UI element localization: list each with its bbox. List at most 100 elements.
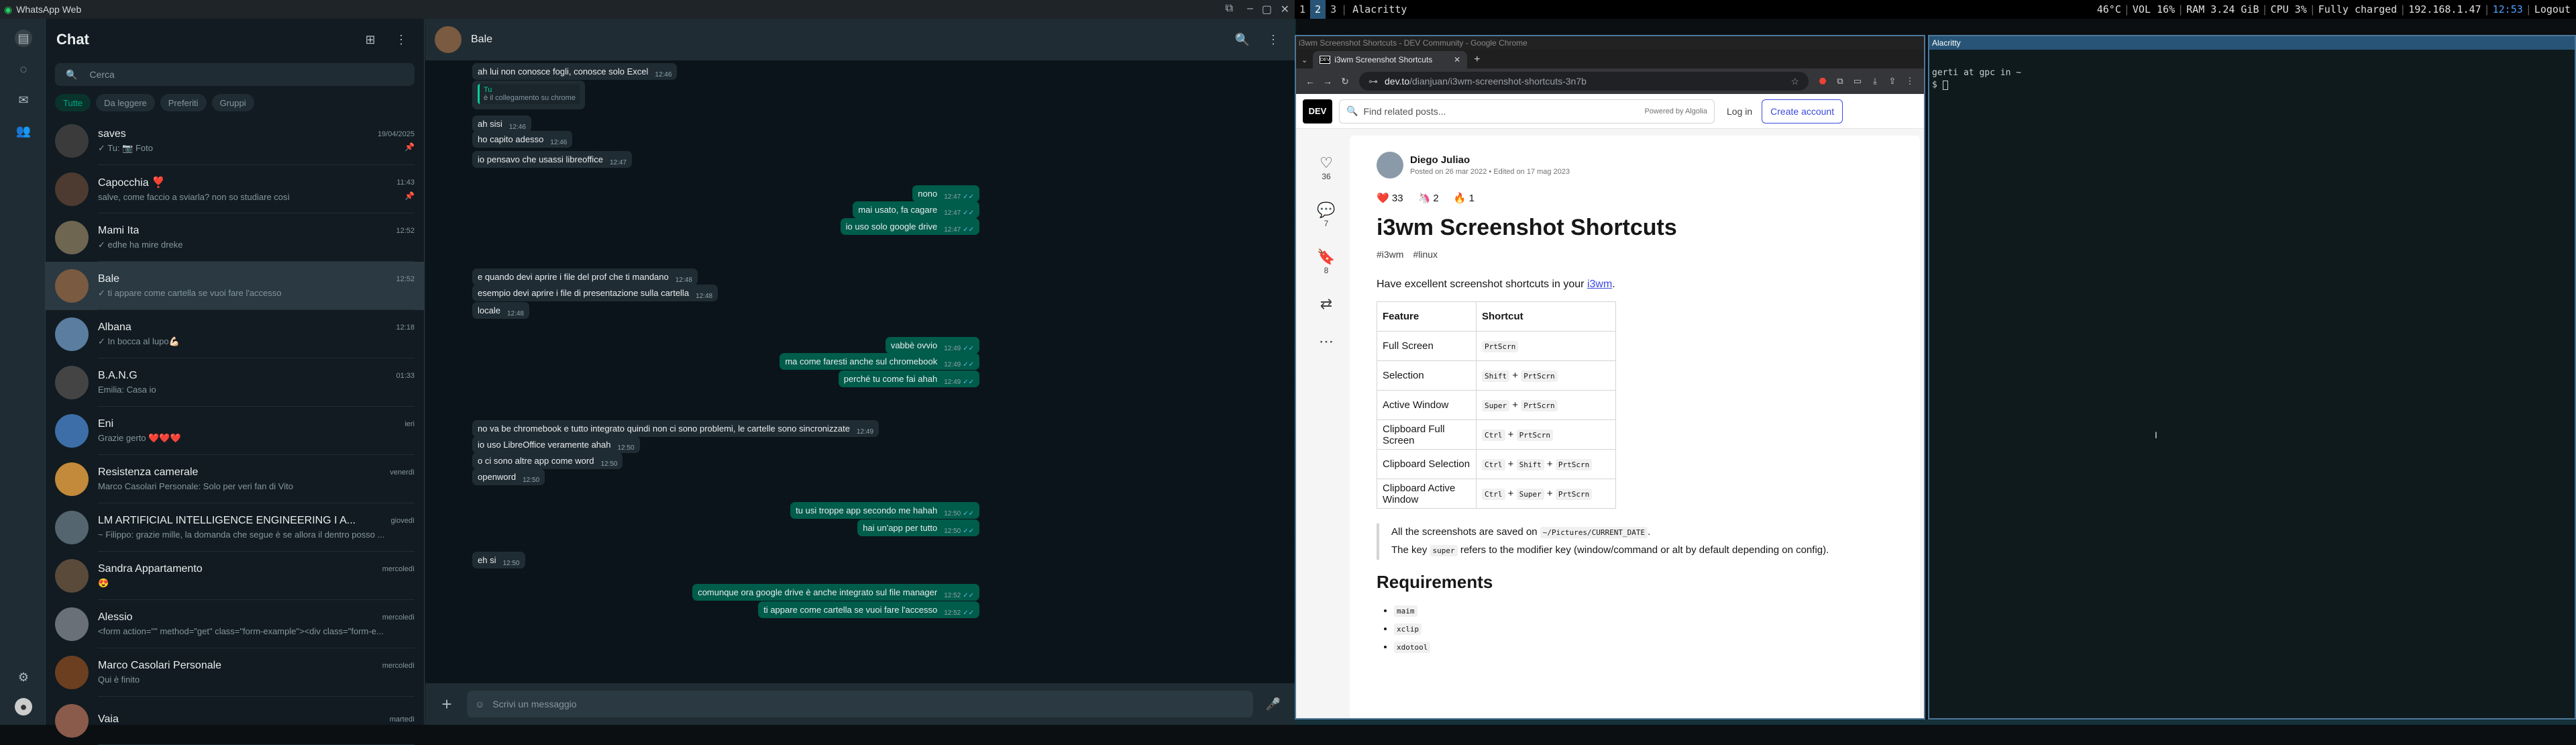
outgoing-message[interactable]: mai usato, fa cagare 12:47 ✓✓ [853, 201, 979, 218]
minimize-icon[interactable]: – [1247, 3, 1253, 15]
outgoing-message[interactable]: ma come faresti anche sul chromebook 12:4… [780, 353, 979, 370]
download-icon[interactable]: ⤓ [1866, 76, 1884, 87]
chrome-menu-icon[interactable]: ⋮ [1901, 76, 1919, 87]
filter-all[interactable]: Tutte [55, 94, 91, 111]
outgoing-message[interactable]: tu usi troppe app secondo me hahah 12:50 ✓… [790, 502, 979, 519]
menu-icon[interactable]: ⋮ [389, 28, 413, 52]
share-icon[interactable]: ⇪ [1884, 76, 1901, 87]
login-link[interactable]: Log in [1727, 106, 1752, 117]
chat-item-body: LM ARTIFICIAL INTELLIGENCE ENGINEERING I… [98, 503, 415, 552]
author-name[interactable]: Diego Juliao [1410, 154, 1570, 166]
reaction-action[interactable]: ♡ 36 [1309, 154, 1343, 181]
incoming-message[interactable]: locale 12:48 [472, 302, 529, 319]
incoming-message[interactable]: io pensavo che usassi libreoffice 12:47 [472, 151, 632, 168]
devto-logo[interactable]: DEV [1303, 99, 1332, 123]
message-input[interactable]: ☺ Scrivi un messaggio [467, 691, 1253, 717]
status-icon[interactable]: ◌ [15, 60, 32, 78]
incoming-message[interactable]: esempio devi aprire i file di presentazi… [472, 285, 718, 301]
contact-avatar[interactable] [435, 26, 462, 53]
volume[interactable]: VOL 16% [2133, 3, 2175, 15]
share-action[interactable]: ⇄ [1309, 295, 1343, 313]
filter-favorites[interactable]: Preferiti [160, 94, 207, 111]
chat-list-item[interactable]: B.A.N.G 01:33 Emilia: Casa io [46, 358, 424, 407]
chat-list-item[interactable]: Bale 12:52 ✓ ti appare come cartella se vu… [46, 262, 424, 310]
chat-list-item[interactable]: Sandra Appartamento mercoledì 😍 [46, 552, 424, 600]
chat-list-item[interactable]: Resistenza camerale venerdì Marco Casolari… [46, 455, 424, 503]
close-tab-icon[interactable]: ✕ [1454, 55, 1460, 64]
outgoing-message[interactable]: hai un'app per tutto 12:50 ✓✓ [857, 519, 979, 536]
contact-name[interactable]: Bale [471, 34, 1224, 46]
forward-icon[interactable]: → [1319, 76, 1336, 87]
new-tab-icon[interactable]: + [1474, 54, 1480, 66]
back-icon[interactable]: ← [1301, 76, 1319, 87]
quoted-message[interactable]: Tu è il collegamento su chrome [478, 84, 580, 104]
i3wm-link[interactable]: i3wm [1587, 279, 1612, 290]
outgoing-message[interactable]: perché tu come fai ahah 12:49 ✓✓ [838, 370, 979, 387]
bookmark-star-icon[interactable]: ☆ [1790, 76, 1799, 87]
incoming-message[interactable]: o ci sono altre app come word 12:50 [472, 452, 623, 469]
tag[interactable]: #linux [1413, 249, 1438, 260]
chat-list-item[interactable]: Eni ieri Grazie gerto ❤️❤️❤️ [46, 407, 424, 455]
filter-unread[interactable]: Da leggere [96, 94, 155, 111]
chat-list-item[interactable]: Marco Casolari Personale mercoledì Qui è f… [46, 648, 424, 697]
attach-icon[interactable]: + [433, 694, 460, 715]
menu-icon[interactable]: ⋮ [1261, 28, 1285, 52]
workspace-button-focused[interactable]: 2 [1310, 0, 1326, 19]
chat-list-item[interactable]: Capocchia ❣️ 11:43 salve, come faccio a sv… [46, 165, 424, 213]
address-bar[interactable]: ⊶ dev.to /dianjuan/i3wm-screenshot-short… [1359, 72, 1809, 91]
incoming-message[interactable]: eh si 12:50 [472, 552, 525, 568]
adblock-icon[interactable]: ⬣ [1814, 76, 1831, 87]
chat-list-item[interactable]: Vaia martedì [46, 697, 424, 745]
chat-list-item[interactable]: Albana 12:18 ✓ In bocca al lupo💪🏻 [46, 310, 424, 358]
incoming-message[interactable]: io uso LibreOffice veramente ahah 12:50 [472, 436, 640, 453]
outgoing-message[interactable]: ti appare come cartella se vuoi fare l'a… [758, 601, 979, 618]
site-info-icon[interactable]: ⊶ [1368, 76, 1378, 87]
bookmark-action[interactable]: 🔖 8 [1309, 248, 1343, 275]
chat-list-item[interactable]: saves 19/04/2025 ✓ Tu: 📷 Foto 📌 [46, 117, 424, 165]
terminal-output[interactable]: gerti at gpc in ~ $ [1932, 67, 2021, 91]
author-avatar[interactable] [1377, 152, 1403, 179]
outgoing-message[interactable]: vabbè ovvio 12:49 ✓✓ [885, 337, 979, 354]
chat-list-item[interactable]: LM ARTIFICIAL INTELLIGENCE ENGINEERING I… [46, 503, 424, 552]
incoming-message[interactable]: openword 12:50 [472, 468, 545, 485]
tab-search-icon[interactable]: ⌄ [1301, 56, 1307, 64]
outgoing-message[interactable]: io uso solo google drive 12:47 ✓✓ [840, 218, 979, 235]
tag[interactable]: #i3wm [1377, 249, 1403, 260]
extensions-icon[interactable]: ⧉ [1831, 76, 1849, 87]
profile-avatar[interactable]: ● [15, 698, 32, 715]
logout-button[interactable]: Logout [2534, 3, 2571, 15]
devto-search-input[interactable]: 🔍 Find related posts... Powered by Algol… [1339, 99, 1715, 123]
search-input[interactable]: 🔍 Cerca [55, 63, 415, 86]
chat-list-item[interactable]: Alessio mercoledì <form action="" method="… [46, 600, 424, 648]
settings-icon[interactable]: ⚙ [15, 668, 32, 686]
microphone-icon[interactable]: 🎤 [1260, 697, 1287, 711]
channels-icon[interactable]: ✉ [15, 91, 32, 109]
incoming-message[interactable]: ah lui non conosce fogli, conosce solo E… [472, 63, 678, 80]
search-icon[interactable]: 🔍 [1230, 28, 1254, 52]
filter-groups[interactable]: Gruppi [211, 94, 254, 111]
list-item: xclip [1394, 620, 1893, 638]
incoming-message[interactable]: Tu è il collegamento su chrome [472, 81, 585, 109]
communities-icon[interactable]: 👥 [15, 122, 32, 140]
new-chat-icon[interactable]: ⊞ [358, 28, 382, 52]
browser-tab[interactable]: DEV i3wm Screenshot Shortcuts ✕ [1313, 51, 1468, 68]
incoming-message[interactable]: e quando devi aprire i file del prof che… [472, 268, 698, 285]
chat-list-item[interactable]: Mami Ita 12:52 ✓ edhe ha mire dreke [46, 213, 424, 262]
comment-action[interactable]: 💬 7 [1309, 201, 1343, 228]
create-account-button[interactable]: Create account [1762, 99, 1843, 123]
incoming-message[interactable]: ho capito adesso 12:46 [472, 131, 573, 148]
extensions-icon[interactable]: ⧉ [1226, 3, 1233, 15]
incoming-message[interactable]: ah sisi 12:46 [472, 115, 531, 132]
incoming-message[interactable]: no va be chromebook e tutto integrato qu… [472, 420, 879, 437]
outgoing-message[interactable]: nono 12:47 ✓✓ [912, 185, 979, 202]
workspace-button[interactable]: 3 [1326, 0, 1341, 19]
sidepanel-icon[interactable]: ▭ [1849, 76, 1866, 87]
outgoing-message[interactable]: comunque ora google drive è anche integr… [692, 584, 979, 601]
workspace-button[interactable]: 1 [1295, 0, 1310, 19]
more-action[interactable]: ⋯ [1309, 333, 1343, 350]
maximize-icon[interactable]: ▢ [1262, 3, 1272, 16]
close-icon[interactable]: ✕ [1281, 3, 1289, 16]
reload-icon[interactable]: ↻ [1336, 76, 1354, 87]
emoji-icon[interactable]: ☺ [475, 699, 484, 709]
chats-icon[interactable]: ▤ [15, 30, 32, 47]
